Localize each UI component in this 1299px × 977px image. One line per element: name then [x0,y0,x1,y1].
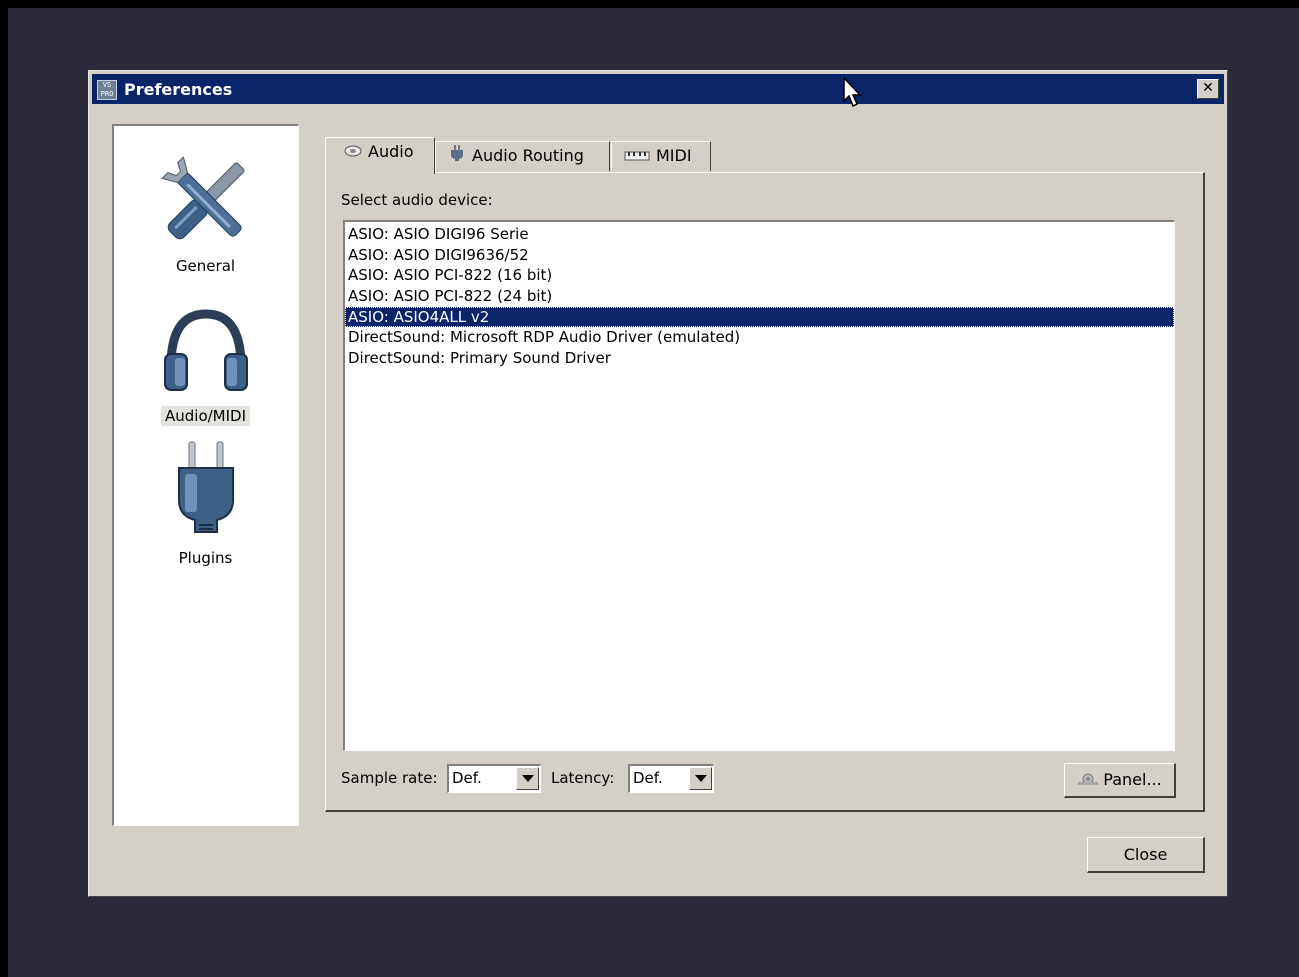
close-window-button[interactable]: ✕ [1197,79,1219,99]
plug-icon [448,143,466,171]
tab-audio[interactable]: Audio [325,137,435,174]
sidebar-item-label: General [175,257,236,275]
latency-value: Def. [633,769,663,787]
tab-label: Audio Routing [472,146,584,165]
sidebar-item-label: Plugins [178,549,233,567]
app-icon: VS PRO [97,80,117,100]
midi-keyboard-icon [624,143,650,171]
wrench-screwdriver-icon [151,146,261,256]
screen-edge-top [0,0,1299,8]
sample-rate-select[interactable]: Def. [447,764,541,793]
sample-rate-value: Def. [452,769,482,787]
sidebar-item-plugins[interactable]: Plugins [114,438,297,568]
desktop-background: VS PRO Preferences ✕ General Audio/MIDI … [0,0,1299,977]
sample-rate-label: Sample rate: [341,769,438,787]
window-title: Preferences [124,80,233,99]
close-button[interactable]: Close [1087,837,1205,873]
preferences-dialog: VS PRO Preferences ✕ General Audio/MIDI … [88,70,1228,897]
mouse-pointer-icon [843,76,865,113]
chevron-down-icon[interactable] [516,767,539,790]
panel-button-label: Panel... [1103,770,1162,789]
list-item[interactable]: ASIO: ASIO PCI-822 (16 bit) [345,265,1174,286]
close-icon: ✕ [1202,80,1214,96]
list-item[interactable]: DirectSound: Microsoft RDP Audio Driver … [345,327,1174,348]
list-item[interactable]: ASIO: ASIO PCI-822 (24 bit) [345,286,1174,307]
title-bar[interactable]: VS PRO Preferences ✕ [92,74,1224,104]
tab-label: Audio [368,142,414,161]
audio-tab-panel: Select audio device: ASIO: ASIO DIGI96 S… [325,172,1205,812]
tab-label: MIDI [656,146,692,165]
category-sidebar: General Audio/MIDI Plugins [112,124,299,826]
list-item[interactable]: ASIO: ASIO DIGI96 Serie [345,224,1174,245]
latency-label: Latency: [551,769,615,787]
sidebar-item-audio-midi[interactable]: Audio/MIDI [114,296,297,426]
power-plug-icon [151,438,261,548]
list-item[interactable]: ASIO: ASIO DIGI9636/52 [345,245,1174,266]
latency-select[interactable]: Def. [628,764,714,793]
chevron-down-icon[interactable] [689,767,712,790]
gear-icon [1077,765,1099,796]
panel-button[interactable]: Panel... [1064,763,1176,798]
sidebar-item-general[interactable]: General [114,146,297,276]
select-device-label: Select audio device: [341,191,493,209]
list-item[interactable]: DirectSound: Primary Sound Driver [345,348,1174,369]
audio-device-list[interactable]: ASIO: ASIO DIGI96 Serie ASIO: ASIO DIGI9… [343,220,1175,751]
tab-midi[interactable]: MIDI [611,141,711,171]
headphones-icon [151,296,261,406]
sidebar-item-label: Audio/MIDI [160,406,251,426]
disc-icon [344,139,362,167]
screen-edge-left [0,0,8,977]
tab-audio-routing[interactable]: Audio Routing [435,141,610,171]
audio-settings-row: Sample rate: Def. Latency: Def. Panel... [341,763,1181,798]
close-button-label: Close [1123,845,1168,864]
list-item-selected[interactable]: ASIO: ASIO4ALL v2 [345,306,1174,328]
